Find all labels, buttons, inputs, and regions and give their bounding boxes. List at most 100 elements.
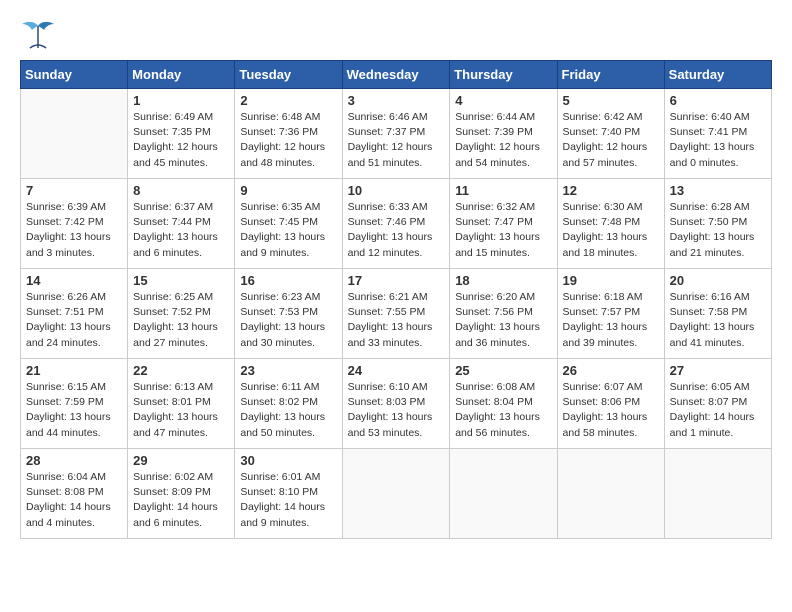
calendar-cell: 8 Sunrise: 6:37 AM Sunset: 7:44 PM Daylig… [128,179,235,269]
logo-icon [20,20,56,50]
calendar-week-row: 7 Sunrise: 6:39 AM Sunset: 7:42 PM Daylig… [21,179,772,269]
day-info: Sunrise: 6:25 AM Sunset: 7:52 PM Dayligh… [133,290,229,351]
day-info: Sunrise: 6:15 AM Sunset: 7:59 PM Dayligh… [26,380,122,441]
day-info: Sunrise: 6:04 AM Sunset: 8:08 PM Dayligh… [26,470,122,531]
calendar-cell: 12 Sunrise: 6:30 AM Sunset: 7:48 PM Dayli… [557,179,664,269]
calendar-week-row: 14Sunrise: 6:26 AM Sunset: 7:51 PM Dayli… [21,269,772,359]
calendar-cell: 30 Sunrise: 6:01 AM Sunset: 8:10 PM Dayli… [235,449,342,539]
day-number: 15 [133,273,229,288]
day-number: 24 [348,363,445,378]
day-info: Sunrise: 6:35 AM Sunset: 7:45 PM Dayligh… [240,200,336,261]
day-number: 2 [240,93,336,108]
day-info: Sunrise: 6:05 AM Sunset: 8:07 PM Dayligh… [670,380,766,441]
calendar-cell: 5Sunrise: 6:42 AM Sunset: 7:40 PM Daylig… [557,89,664,179]
day-info: Sunrise: 6:10 AM Sunset: 8:03 PM Dayligh… [348,380,445,441]
calendar-cell: 20 Sunrise: 6:16 AM Sunset: 7:58 PM Dayli… [664,269,771,359]
day-number: 26 [563,363,659,378]
day-info: Sunrise: 6:18 AM Sunset: 7:57 PM Dayligh… [563,290,659,351]
day-number: 12 [563,183,659,198]
day-info: Sunrise: 6:32 AM Sunset: 7:47 PM Dayligh… [455,200,551,261]
calendar-cell [557,449,664,539]
calendar-cell: 22Sunrise: 6:13 AM Sunset: 8:01 PM Dayli… [128,359,235,449]
weekday-header: Monday [128,61,235,89]
day-number: 16 [240,273,336,288]
calendar-week-row: 1 Sunrise: 6:49 AM Sunset: 7:35 PM Daylig… [21,89,772,179]
day-number: 30 [240,453,336,468]
day-number: 17 [348,273,445,288]
calendar-cell: 28 Sunrise: 6:04 AM Sunset: 8:08 PM Dayli… [21,449,128,539]
day-info: Sunrise: 6:20 AM Sunset: 7:56 PM Dayligh… [455,290,551,351]
day-info: Sunrise: 6:11 AM Sunset: 8:02 PM Dayligh… [240,380,336,441]
day-info: Sunrise: 6:28 AM Sunset: 7:50 PM Dayligh… [670,200,766,261]
calendar-cell: 4Sunrise: 6:44 AM Sunset: 7:39 PM Daylig… [450,89,557,179]
calendar-cell: 17 Sunrise: 6:21 AM Sunset: 7:55 PM Dayli… [342,269,450,359]
day-info: Sunrise: 6:23 AM Sunset: 7:53 PM Dayligh… [240,290,336,351]
day-number: 28 [26,453,122,468]
day-number: 1 [133,93,229,108]
day-number: 4 [455,93,551,108]
calendar-cell: 9 Sunrise: 6:35 AM Sunset: 7:45 PM Daylig… [235,179,342,269]
calendar-cell: 3 Sunrise: 6:46 AM Sunset: 7:37 PM Daylig… [342,89,450,179]
day-number: 23 [240,363,336,378]
day-number: 3 [348,93,445,108]
day-number: 22 [133,363,229,378]
calendar-cell: 16 Sunrise: 6:23 AM Sunset: 7:53 PM Dayli… [235,269,342,359]
day-number: 27 [670,363,766,378]
calendar-cell: 14Sunrise: 6:26 AM Sunset: 7:51 PM Dayli… [21,269,128,359]
calendar-cell: 15 Sunrise: 6:25 AM Sunset: 7:52 PM Dayli… [128,269,235,359]
calendar-table: SundayMondayTuesdayWednesdayThursdayFrid… [20,60,772,539]
day-info: Sunrise: 6:01 AM Sunset: 8:10 PM Dayligh… [240,470,336,531]
weekday-header: Friday [557,61,664,89]
calendar-cell: 2 Sunrise: 6:48 AM Sunset: 7:36 PM Daylig… [235,89,342,179]
calendar-cell: 13Sunrise: 6:28 AM Sunset: 7:50 PM Dayli… [664,179,771,269]
weekday-header: Wednesday [342,61,450,89]
calendar-cell: 10Sunrise: 6:33 AM Sunset: 7:46 PM Dayli… [342,179,450,269]
calendar-cell: 24 Sunrise: 6:10 AM Sunset: 8:03 PM Dayli… [342,359,450,449]
day-number: 19 [563,273,659,288]
weekday-header: Thursday [450,61,557,89]
day-info: Sunrise: 6:49 AM Sunset: 7:35 PM Dayligh… [133,110,229,171]
day-info: Sunrise: 6:40 AM Sunset: 7:41 PM Dayligh… [670,110,766,171]
calendar-cell: 26 Sunrise: 6:07 AM Sunset: 8:06 PM Dayli… [557,359,664,449]
day-number: 9 [240,183,336,198]
weekday-header: Sunday [21,61,128,89]
calendar-cell [342,449,450,539]
calendar-cell: 18 Sunrise: 6:20 AM Sunset: 7:56 PM Dayli… [450,269,557,359]
day-info: Sunrise: 6:07 AM Sunset: 8:06 PM Dayligh… [563,380,659,441]
day-info: Sunrise: 6:48 AM Sunset: 7:36 PM Dayligh… [240,110,336,171]
calendar-cell: 29 Sunrise: 6:02 AM Sunset: 8:09 PM Dayli… [128,449,235,539]
day-number: 11 [455,183,551,198]
day-number: 25 [455,363,551,378]
calendar-cell: 27 Sunrise: 6:05 AM Sunset: 8:07 PM Dayli… [664,359,771,449]
day-number: 14 [26,273,122,288]
day-info: Sunrise: 6:46 AM Sunset: 7:37 PM Dayligh… [348,110,445,171]
weekday-header-row: SundayMondayTuesdayWednesdayThursdayFrid… [21,61,772,89]
calendar-cell: 19 Sunrise: 6:18 AM Sunset: 7:57 PM Dayli… [557,269,664,359]
day-number: 29 [133,453,229,468]
day-number: 20 [670,273,766,288]
day-info: Sunrise: 6:08 AM Sunset: 8:04 PM Dayligh… [455,380,551,441]
calendar-week-row: 28 Sunrise: 6:04 AM Sunset: 8:08 PM Dayli… [21,449,772,539]
day-info: Sunrise: 6:39 AM Sunset: 7:42 PM Dayligh… [26,200,122,261]
day-info: Sunrise: 6:02 AM Sunset: 8:09 PM Dayligh… [133,470,229,531]
calendar-cell: 7 Sunrise: 6:39 AM Sunset: 7:42 PM Daylig… [21,179,128,269]
day-info: Sunrise: 6:16 AM Sunset: 7:58 PM Dayligh… [670,290,766,351]
day-info: Sunrise: 6:21 AM Sunset: 7:55 PM Dayligh… [348,290,445,351]
calendar-cell: 11 Sunrise: 6:32 AM Sunset: 7:47 PM Dayli… [450,179,557,269]
logo [20,20,60,50]
calendar-cell: 25 Sunrise: 6:08 AM Sunset: 8:04 PM Dayli… [450,359,557,449]
calendar-cell [664,449,771,539]
day-number: 18 [455,273,551,288]
day-number: 8 [133,183,229,198]
calendar-week-row: 21 Sunrise: 6:15 AM Sunset: 7:59 PM Dayli… [21,359,772,449]
day-info: Sunrise: 6:42 AM Sunset: 7:40 PM Dayligh… [563,110,659,171]
day-number: 6 [670,93,766,108]
day-info: Sunrise: 6:30 AM Sunset: 7:48 PM Dayligh… [563,200,659,261]
day-info: Sunrise: 6:37 AM Sunset: 7:44 PM Dayligh… [133,200,229,261]
calendar-cell [450,449,557,539]
page-header [20,20,772,50]
calendar-cell: 21 Sunrise: 6:15 AM Sunset: 7:59 PM Dayli… [21,359,128,449]
day-number: 7 [26,183,122,198]
calendar-cell: 6 Sunrise: 6:40 AM Sunset: 7:41 PM Daylig… [664,89,771,179]
day-number: 21 [26,363,122,378]
